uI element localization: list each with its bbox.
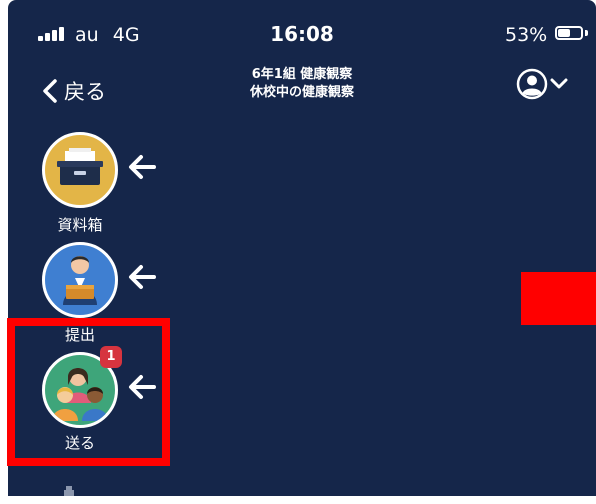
chevron-down-icon bbox=[550, 78, 568, 89]
arrow-left-icon bbox=[129, 155, 156, 179]
title-line-1: 6年1組 健康観察 bbox=[251, 67, 353, 82]
battery-percent: 53% bbox=[505, 24, 548, 46]
sidebar-item-label: 資料箱 bbox=[57, 216, 103, 234]
person-circle-icon bbox=[516, 68, 548, 100]
bottom-margin bbox=[0, 496, 596, 504]
navigation-bar: 戻る 6年1組 健康観察 休校中の健康観察 bbox=[8, 60, 596, 120]
title-line-2: 休校中の健康観察 bbox=[249, 85, 354, 100]
annotation-highlight-box bbox=[7, 318, 170, 466]
status-bar: au 4G 16:08 53% bbox=[8, 0, 596, 60]
battery-icon bbox=[555, 26, 583, 40]
battery-level-fill bbox=[558, 29, 570, 37]
account-menu-button[interactable] bbox=[516, 68, 568, 100]
student-submit-icon bbox=[42, 242, 118, 318]
battery-tip bbox=[585, 30, 588, 36]
file-box-icon bbox=[42, 132, 118, 208]
annotation-red-block bbox=[521, 272, 596, 325]
arrow-left-icon bbox=[129, 265, 156, 289]
page-title: 6年1組 健康観察 休校中の健康観察 bbox=[8, 66, 596, 102]
